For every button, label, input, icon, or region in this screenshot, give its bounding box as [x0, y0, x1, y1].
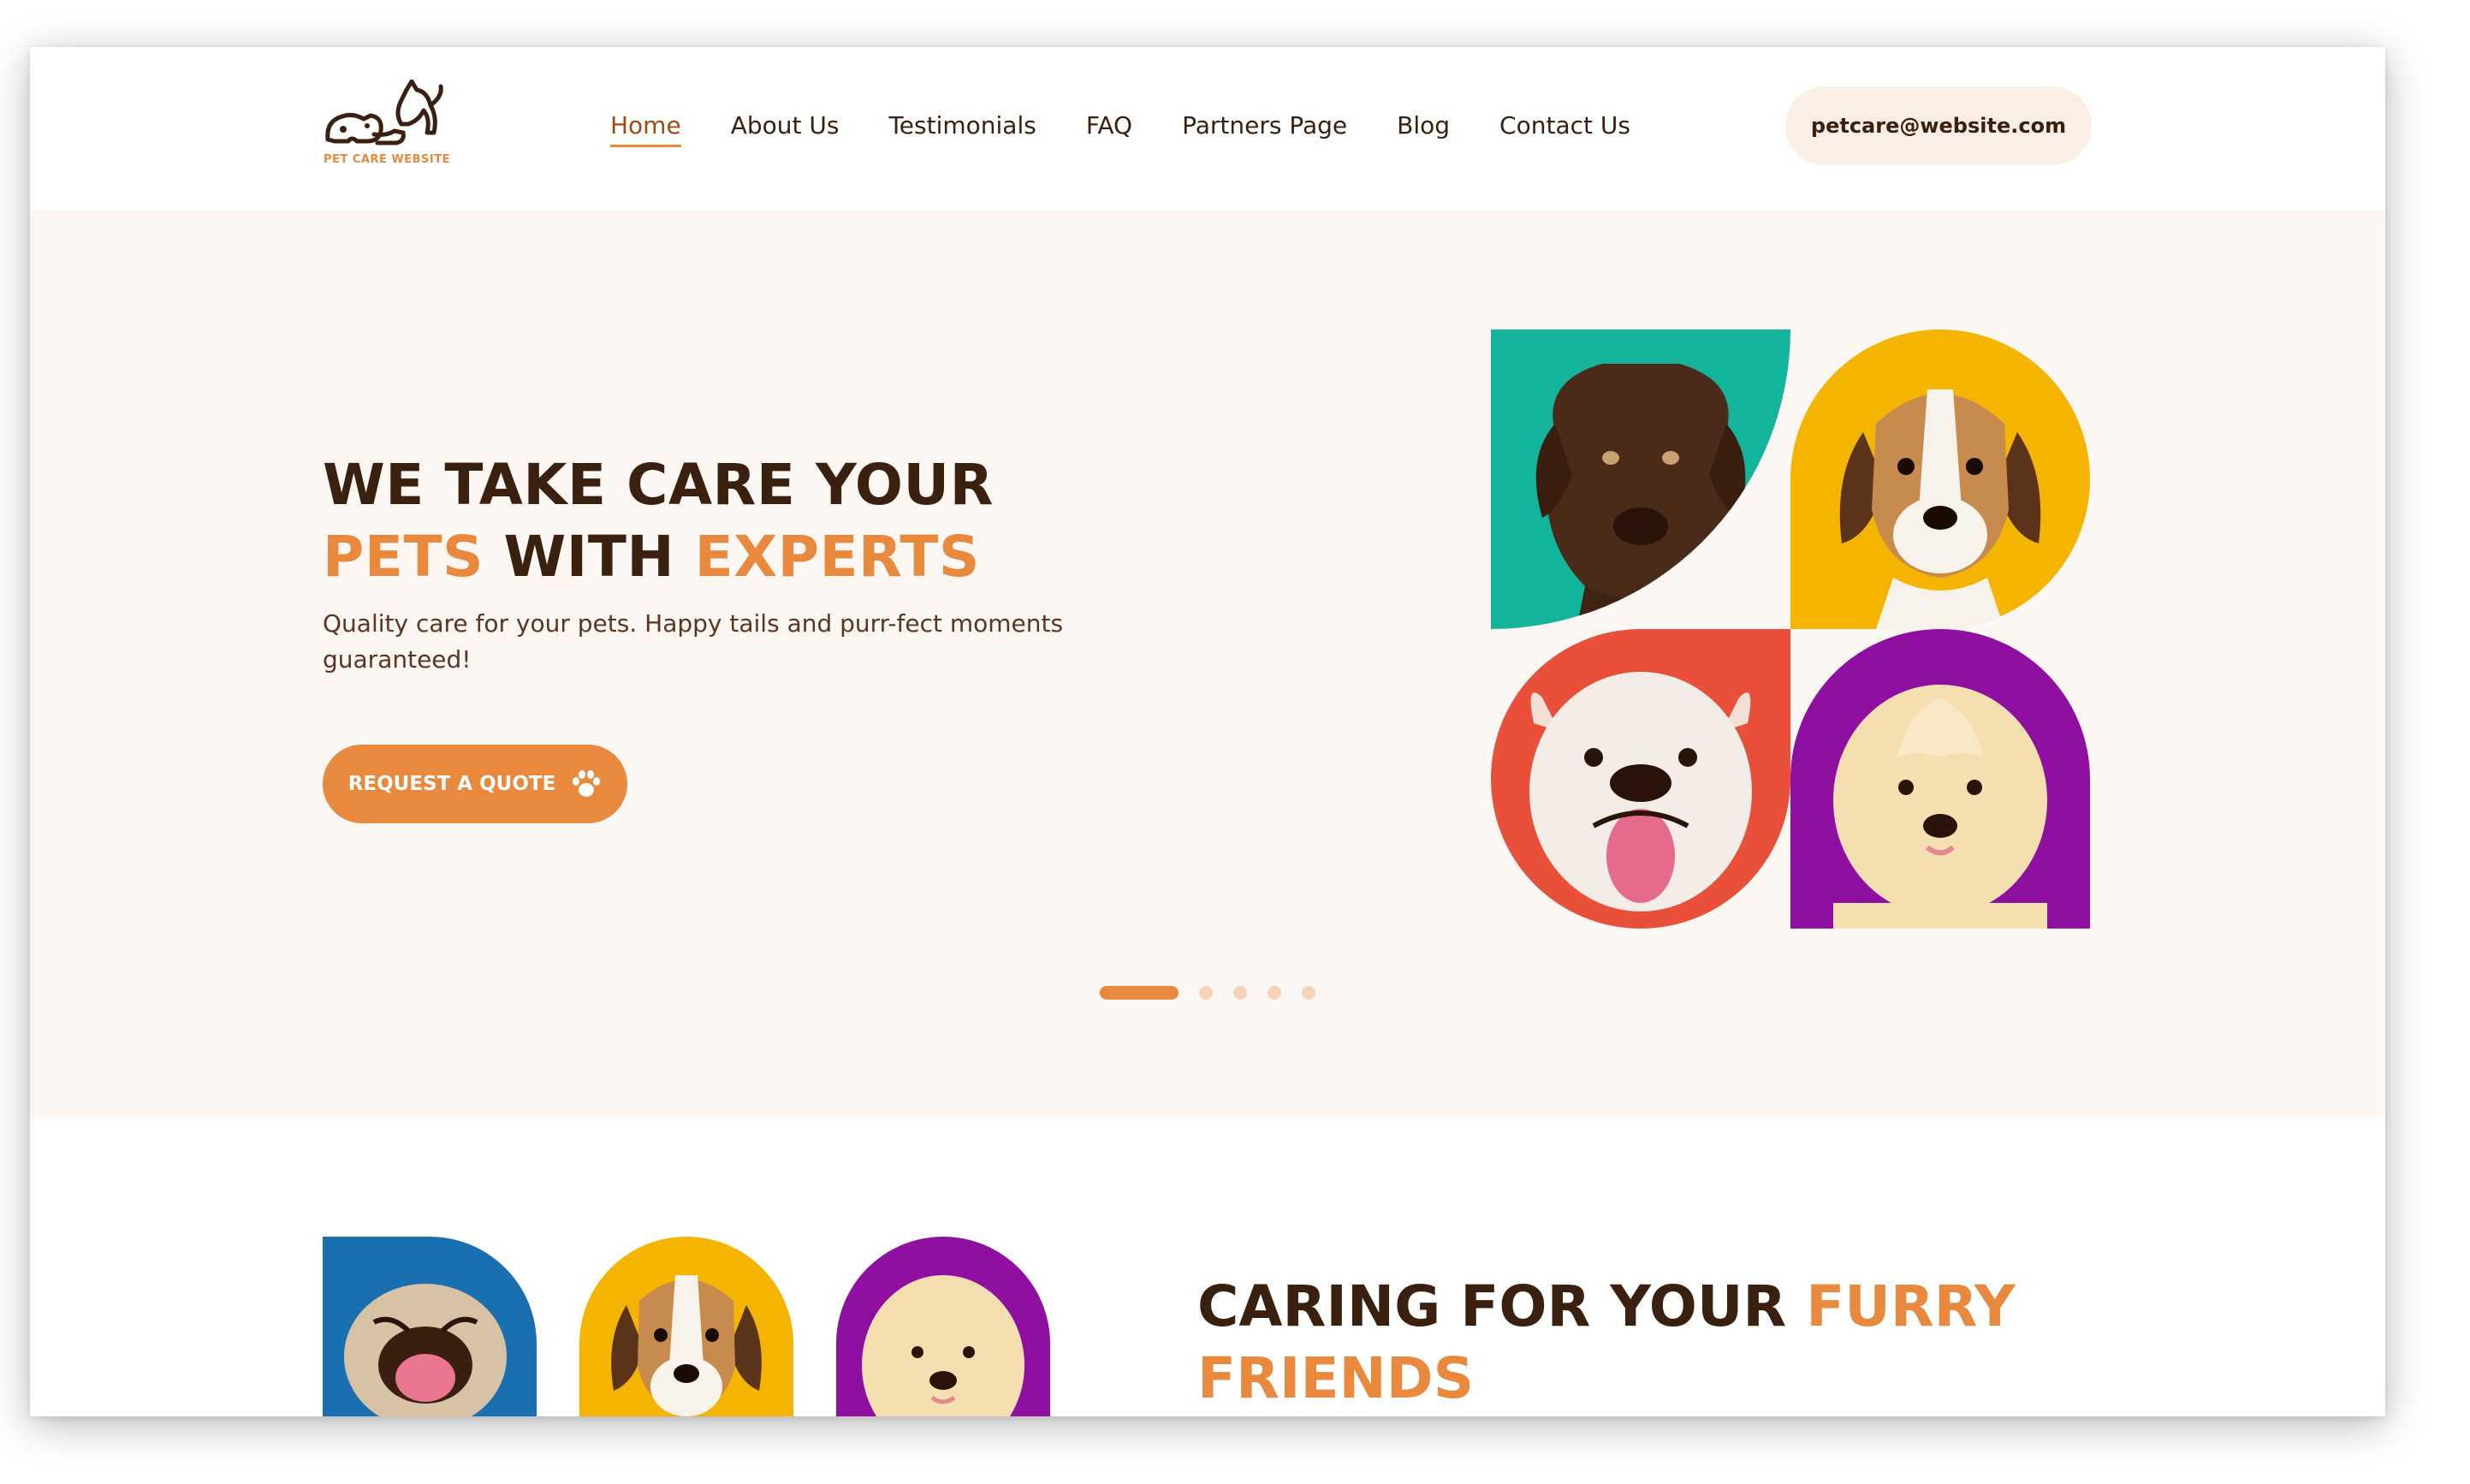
about-title: CARING FOR YOUR FURRY FRIENDS: [1197, 1271, 2139, 1415]
about-title-furry: FURRY: [1806, 1273, 2016, 1339]
carousel-dot-1[interactable]: [1100, 986, 1179, 1000]
logo-text: PET CARE WEBSITE: [324, 153, 450, 166]
email-button[interactable]: petcare@website.com: [1785, 86, 2092, 165]
request-quote-button[interactable]: REQUEST A QUOTE: [323, 745, 627, 823]
hero-title-line2: PETS WITH EXPERTS: [323, 521, 1179, 593]
site-header: PET CARE WEBSITE Home About Us Testimoni…: [30, 47, 2385, 210]
nav-blog[interactable]: Blog: [1397, 109, 1450, 143]
paw-icon: [571, 769, 602, 798]
nav-contact-us[interactable]: Contact Us: [1499, 109, 1630, 143]
hero-subtitle: Quality care for your pets. Happy tails …: [323, 609, 1064, 674]
nav-about-us[interactable]: About Us: [731, 109, 840, 143]
nav-partners-page[interactable]: Partners Page: [1182, 109, 1347, 143]
hero-title-experts: EXPERTS: [694, 524, 980, 590]
hero-title-line1: WE TAKE CARE YOUR: [323, 452, 994, 518]
hero-image-golden-retriever: [1790, 629, 2090, 929]
hero-title-with: WITH: [503, 524, 675, 590]
browser-frame: PET CARE WEBSITE Home About Us Testimoni…: [30, 47, 2385, 1416]
hero-title: WE TAKE CARE YOUR PETS WITH EXPERTS: [323, 449, 1179, 593]
carousel-indicators: [1100, 986, 1315, 1000]
carousel-dot-3[interactable]: [1233, 986, 1247, 1000]
pet-logo-icon: [325, 79, 443, 145]
hero-image-beagle: [1790, 329, 2090, 629]
about-title-friends: FRIENDS: [1197, 1345, 1475, 1411]
hero-image-bulldog: [1491, 629, 1790, 929]
carousel-dot-2[interactable]: [1199, 986, 1213, 1000]
nav-faq[interactable]: FAQ: [1086, 109, 1132, 143]
site-logo[interactable]: PET CARE WEBSITE: [323, 79, 451, 174]
carousel-dot-5[interactable]: [1302, 986, 1315, 1000]
about-title-part1: CARING FOR YOUR: [1197, 1273, 1787, 1339]
carousel-dot-4[interactable]: [1268, 986, 1281, 1000]
nav-testimonials[interactable]: Testimonials: [888, 109, 1036, 143]
hero-title-pets: PETS: [323, 524, 484, 590]
nav-home[interactable]: Home: [610, 109, 681, 147]
request-quote-label: REQUEST A QUOTE: [347, 773, 556, 795]
main-nav: Home About Us Testimonials FAQ Partners …: [610, 109, 1630, 151]
